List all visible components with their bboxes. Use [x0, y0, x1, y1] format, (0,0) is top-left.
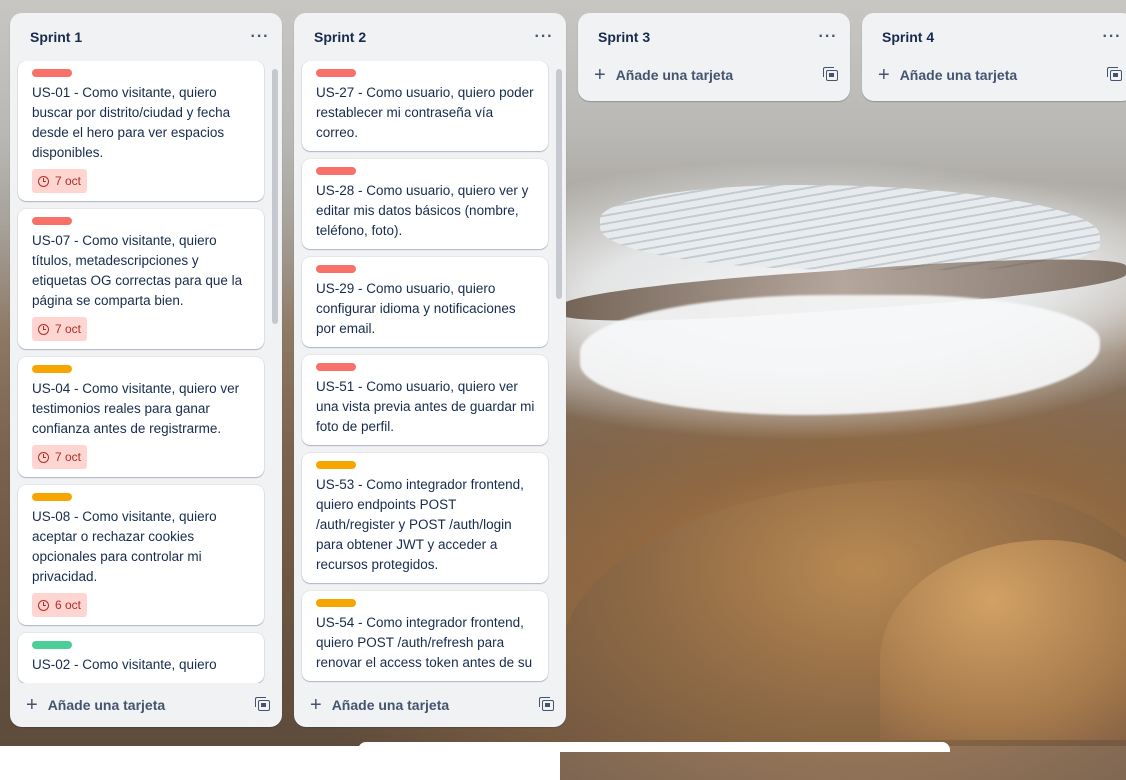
card[interactable]: US-29 - Como usuario, quiero configurar …: [302, 257, 548, 347]
due-date-badge[interactable]: 6 oct: [32, 593, 88, 617]
clock-icon: [38, 599, 49, 611]
card[interactable]: US-28 - Como usuario, quiero ver y edita…: [302, 159, 548, 249]
due-date-badge[interactable]: 7 oct: [32, 445, 88, 469]
add-card-button[interactable]: + Añade una tarjeta: [26, 695, 165, 715]
scrollbar[interactable]: [556, 65, 562, 679]
card-title: US-01 - Como visitante, quiero buscar po…: [32, 85, 231, 160]
more-dots-icon[interactable]: ···: [814, 23, 842, 51]
add-card-button[interactable]: + Añade una tarjeta: [310, 695, 449, 715]
more-dots-icon[interactable]: ···: [1098, 23, 1126, 51]
list-sprint-4: Sprint 4 ··· + Añade una tarjeta: [862, 13, 1126, 101]
add-card-button[interactable]: + Añade una tarjeta: [878, 65, 1017, 85]
card-title: US-53 - Como integrador frontend, quiero…: [316, 477, 524, 572]
label-green[interactable]: [32, 641, 72, 649]
due-date: 6 oct: [55, 598, 82, 612]
list-title[interactable]: Sprint 1: [30, 29, 82, 45]
list-sprint-1: Sprint 1 ··· US-01 - Como visitante, qui…: [10, 13, 282, 727]
add-card-label: Añade una tarjeta: [899, 67, 1018, 83]
scrollbar-thumb[interactable]: [272, 69, 278, 324]
card[interactable]: US-04 - Como visitante, quiero ver testi…: [18, 357, 264, 477]
card[interactable]: US-53 - Como integrador frontend, quiero…: [302, 453, 548, 583]
card-title: US-51 - Como usuario, quiero ver una vis…: [316, 379, 535, 434]
list-sprint-2: Sprint 2 ··· US-27 - Como usuario, quier…: [294, 13, 566, 727]
list-header: Sprint 1 ···: [10, 13, 282, 61]
card-title: US-28 - Como usuario, quiero ver y edita…: [316, 183, 529, 238]
label-orange[interactable]: [32, 493, 72, 501]
more-dots-icon[interactable]: ···: [246, 23, 274, 51]
list-sprint-3: Sprint 3 ··· + Añade una tarjeta: [578, 13, 850, 101]
card-title: US-07 - Como visitante, quiero títulos, …: [32, 233, 243, 308]
card[interactable]: US-07 - Como visitante, quiero títulos, …: [18, 209, 264, 349]
card-title: US-08 - Como visitante, quiero aceptar o…: [32, 509, 217, 584]
label-red[interactable]: [316, 167, 356, 175]
plus-icon: +: [26, 694, 38, 716]
clock-icon: [38, 323, 49, 335]
list-title[interactable]: Sprint 4: [882, 29, 934, 45]
plus-icon: +: [878, 64, 890, 86]
label-red[interactable]: [316, 363, 356, 371]
list-footer: + Añade una tarjeta: [862, 61, 1126, 89]
due-date: 7 oct: [55, 322, 82, 336]
add-card-label: Añade una tarjeta: [331, 697, 450, 713]
card-title: US-54 - Como integrador frontend, quiero…: [316, 615, 533, 670]
label-red[interactable]: [316, 69, 356, 77]
card-title: US-27 - Como usuario, quiero poder resta…: [316, 85, 534, 140]
create-from-template-icon[interactable]: [255, 696, 270, 711]
list-footer: + Añade una tarjeta: [578, 61, 850, 89]
card[interactable]: US-08 - Como visitante, quiero aceptar o…: [18, 485, 264, 625]
card-list: US-01 - Como visitante, quiero buscar po…: [10, 61, 282, 683]
clock-icon: [38, 175, 49, 187]
list-header: Sprint 2 ···: [294, 13, 566, 61]
list-footer: + Añade una tarjeta: [294, 683, 566, 727]
add-card-label: Añade una tarjeta: [615, 67, 734, 83]
card[interactable]: US-01 - Como visitante, quiero buscar po…: [18, 61, 264, 201]
create-from-template-icon[interactable]: [1107, 66, 1122, 81]
add-card-button[interactable]: + Añade una tarjeta: [594, 65, 733, 85]
board-canvas: Sprint 1 ··· US-01 - Como visitante, qui…: [10, 13, 1126, 727]
list-title[interactable]: Sprint 2: [314, 29, 366, 45]
card-list: US-27 - Como usuario, quiero poder resta…: [294, 61, 566, 683]
card-title: US-29 - Como usuario, quiero configurar …: [316, 281, 516, 336]
label-orange[interactable]: [316, 461, 356, 469]
due-date-badge[interactable]: 7 oct: [32, 169, 88, 193]
bottom-toolbar[interactable]: [358, 742, 950, 752]
clock-icon: [38, 451, 49, 463]
card[interactable]: US-51 - Como usuario, quiero ver una vis…: [302, 355, 548, 445]
list-title[interactable]: Sprint 3: [598, 29, 650, 45]
label-orange[interactable]: [316, 599, 356, 607]
card-title: US-02 - Como visitante, quiero: [32, 657, 217, 672]
more-dots-icon[interactable]: ···: [530, 23, 558, 51]
card[interactable]: US-02 - Como visitante, quiero: [18, 633, 264, 683]
plus-icon: +: [310, 694, 322, 716]
label-orange[interactable]: [32, 365, 72, 373]
card-title: US-04 - Como visitante, quiero ver testi…: [32, 381, 240, 436]
label-red[interactable]: [32, 69, 72, 77]
list-footer: + Añade una tarjeta: [10, 683, 282, 727]
due-date: 7 oct: [55, 174, 82, 188]
label-red[interactable]: [316, 265, 356, 273]
plus-icon: +: [594, 64, 606, 86]
add-card-label: Añade una tarjeta: [47, 697, 166, 713]
card[interactable]: US-54 - Como integrador frontend, quiero…: [302, 591, 548, 681]
scrollbar[interactable]: [272, 65, 278, 679]
list-header: Sprint 3 ···: [578, 13, 850, 61]
create-from-template-icon[interactable]: [823, 66, 838, 81]
label-red[interactable]: [32, 217, 72, 225]
card[interactable]: US-27 - Como usuario, quiero poder resta…: [302, 61, 548, 151]
list-header: Sprint 4 ···: [862, 13, 1126, 61]
due-date: 7 oct: [55, 450, 82, 464]
create-from-template-icon[interactable]: [539, 696, 554, 711]
due-date-badge[interactable]: 7 oct: [32, 317, 88, 341]
scrollbar-thumb[interactable]: [556, 69, 562, 299]
